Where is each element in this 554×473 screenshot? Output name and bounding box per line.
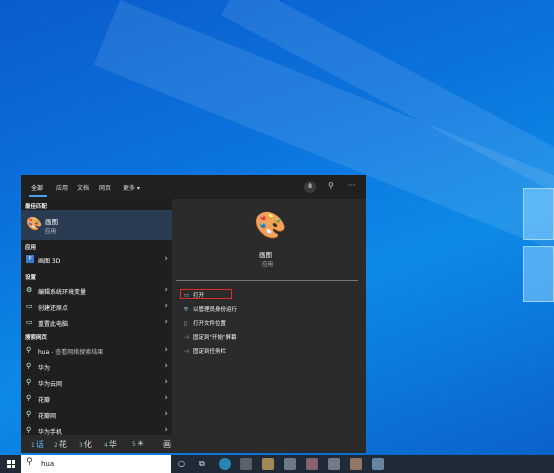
search-tabs: 全部 应用 文档 网页 更多 ▾ 8 ⚲ ··· (21, 175, 366, 199)
chevron-right-icon[interactable]: › (164, 317, 168, 327)
search-icon: ⚲ (26, 410, 32, 418)
start-menu-search-panel: 全部 应用 文档 网页 更多 ▾ 8 ⚲ ··· 最佳匹配 🎨 画图 应用 应用… (21, 175, 366, 453)
edge-icon[interactable] (219, 458, 231, 470)
ime-candidate[interactable]: 3化 (79, 439, 92, 450)
action-open-file-location[interactable]: ▯ 打开文件位置 (184, 319, 226, 327)
search-input[interactable]: hua (41, 460, 54, 468)
more-options-icon[interactable]: ··· (348, 181, 356, 190)
section-apps: 应用 (25, 245, 37, 251)
list-item-label: hua - 查看网络搜索结果 (38, 349, 104, 356)
taskbar: ⚲ hua ○ ⧉ (0, 455, 554, 473)
chevron-right-icon[interactable]: › (164, 254, 168, 264)
list-item-label: 华为 (38, 365, 51, 372)
search-icon: ⚲ (26, 426, 32, 434)
preview-pane: 🎨 画图 应用 ▭ 打开 ⛨ 以管理员身份运行 ▯ 打开文件位置 ⊣ 固定到"开始"屏幕… (172, 199, 366, 435)
app-icon[interactable] (306, 458, 318, 470)
cortana-icon[interactable]: ○ (178, 459, 185, 468)
pin-icon: ⊣ (184, 335, 189, 341)
list-item-label: 重置此电脑 (38, 321, 69, 328)
search-icon: ⚲ (26, 378, 32, 386)
windows-start-icon[interactable] (7, 460, 15, 468)
feedback-icon[interactable]: ⚲ (328, 181, 334, 190)
chevron-right-icon[interactable]: › (164, 409, 168, 419)
ime-candidate[interactable]: 2花 (54, 439, 67, 450)
windows-logo-tile (523, 246, 554, 302)
list-item-label: 花瓣网 (38, 413, 57, 420)
app-icon[interactable] (262, 458, 274, 470)
list-item-web[interactable]: ⚲ 华为 › (21, 359, 172, 375)
monitor-icon: ▭ (26, 318, 33, 326)
list-item-label: 编辑系统环境变量 (38, 289, 87, 296)
app-icon[interactable] (328, 458, 340, 470)
folder-icon: ▯ (184, 321, 188, 327)
chevron-right-icon[interactable]: › (164, 301, 168, 311)
ime-candidate[interactable]: 1话 (31, 439, 44, 450)
list-item-label: 华为云网 (38, 381, 63, 388)
search-icon: ⚲ (26, 346, 32, 354)
ime-candidate[interactable]: 画 (162, 439, 171, 450)
list-item-web[interactable]: ⚲ 华为手机 › (21, 423, 172, 436)
list-item-env-vars[interactable]: ⚙ 编辑系统环境变量 › (21, 283, 172, 299)
list-item-label: 花瓣 (38, 397, 51, 404)
tab-all[interactable]: 全部 (31, 183, 43, 192)
tab-more[interactable]: 更多 ▾ (123, 183, 140, 192)
best-match-title: 画图 (45, 218, 58, 226)
list-item-web[interactable]: ⚲ 华为云网 › (21, 375, 172, 391)
action-pin-to-taskbar[interactable]: ⊣ 固定到任务栏 (184, 347, 226, 355)
windows-logo-tile (523, 188, 554, 240)
active-tab-indicator (29, 195, 47, 197)
taskbar-search-box[interactable]: ⚲ hua (21, 455, 171, 473)
list-item-paint3d[interactable]: P 画图 3D › (21, 252, 172, 268)
section-best-match: 最佳匹配 (25, 204, 48, 210)
app-icon[interactable] (284, 458, 296, 470)
action-pin-to-start[interactable]: ⊣ 固定到"开始"屏幕 (184, 333, 237, 341)
divider (176, 280, 358, 281)
tab-documents[interactable]: 文档 (77, 183, 89, 192)
action-run-as-admin[interactable]: ⛨ 以管理员身份运行 (184, 305, 237, 314)
section-settings: 设置 (25, 275, 37, 281)
chevron-right-icon[interactable]: › (164, 425, 168, 435)
admin-icon: ⛨ (184, 307, 189, 313)
search-icon: ⚲ (26, 394, 32, 402)
app-icon[interactable] (350, 458, 362, 470)
list-item-reset-pc[interactable]: ▭ 重置此电脑 › (21, 315, 172, 331)
list-item-web[interactable]: ⚲ 花瓣 › (21, 391, 172, 407)
tab-web[interactable]: 网页 (99, 183, 111, 192)
chevron-right-icon[interactable]: › (164, 345, 168, 355)
chevron-right-icon[interactable]: › (164, 361, 168, 371)
chevron-right-icon[interactable]: › (164, 285, 168, 295)
section-web: 搜索网页 (25, 335, 48, 341)
pin-icon: ⊣ (184, 349, 189, 355)
results-list: 最佳匹配 🎨 画图 应用 应用 P 画图 3D › 设置 ⚙ 编辑系统环境变量 … (21, 199, 172, 436)
tab-apps[interactable]: 应用 (56, 183, 68, 192)
app-icon[interactable] (240, 458, 252, 470)
ime-candidate-bar: 1话 2花 3化 4华 5☀ 画 (21, 435, 366, 453)
task-view-icon[interactable]: ⧉ (199, 459, 205, 469)
rewards-badge[interactable]: 8 (304, 181, 316, 193)
best-match-subtitle: 应用 (45, 229, 57, 235)
search-icon: ⚲ (26, 457, 33, 467)
monitor-icon: ▭ (26, 302, 33, 310)
list-item-label: 创建还原点 (38, 305, 69, 312)
preview-subtitle: 应用 (262, 262, 274, 268)
action-open[interactable]: ▭ 打开 (184, 291, 204, 299)
app-icon[interactable] (372, 458, 384, 470)
list-item-label: 画图 3D (38, 258, 61, 265)
paint-large-icon: 🎨 (254, 211, 287, 241)
ime-candidate[interactable]: 5☀ (132, 439, 144, 448)
ime-candidate[interactable]: 4华 (104, 439, 117, 450)
list-item-web[interactable]: ⚲ hua - 查看网络搜索结果 › (21, 343, 172, 359)
search-icon: ⚲ (26, 362, 32, 370)
chevron-right-icon[interactable]: › (164, 393, 168, 403)
paint-app-icon: 🎨 (26, 217, 43, 232)
chevron-right-icon[interactable]: › (164, 377, 168, 387)
best-match-item[interactable]: 🎨 画图 应用 (21, 210, 172, 240)
settings-icon: ⚙ (26, 286, 33, 294)
paint3d-icon: P (26, 255, 34, 263)
preview-title: 画图 (259, 251, 272, 259)
list-item-web[interactable]: ⚲ 花瓣网 › (21, 407, 172, 423)
list-item-restore-point[interactable]: ▭ 创建还原点 › (21, 299, 172, 315)
open-icon: ▭ (184, 293, 190, 299)
